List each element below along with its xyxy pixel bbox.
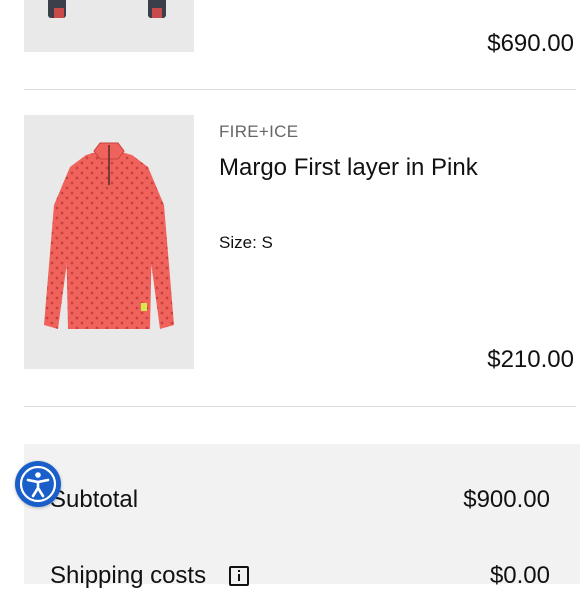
shipping-value: $0.00 [489,562,550,589]
accessibility-icon [19,465,57,503]
shipping-label: Shipping costs [50,562,207,589]
info-icon[interactable] [229,566,249,586]
item-divider-1 [24,89,576,90]
pink-first-layer-illustration [44,142,174,329]
subtotal-label: Subtotal [50,486,139,513]
order-summary-panel: Subtotal $900.00 Shipping costs $0.00 [24,444,580,589]
product-name[interactable]: Margo First layer in Pink [219,154,478,182]
product-size: Size: S [219,233,273,252]
previous-item-price: $690.00 [487,30,574,57]
item-divider-2 [24,406,576,407]
previous-product-illustration [48,0,166,18]
accessibility-button[interactable] [15,461,61,507]
product-brand: FIRE+ICE [219,122,299,141]
product-image-margo[interactable] [24,115,194,369]
subtotal-value: $900.00 [463,486,550,513]
product-price: $210.00 [487,346,574,373]
info-glyph [238,570,240,581]
product-image-previous[interactable] [24,0,194,52]
